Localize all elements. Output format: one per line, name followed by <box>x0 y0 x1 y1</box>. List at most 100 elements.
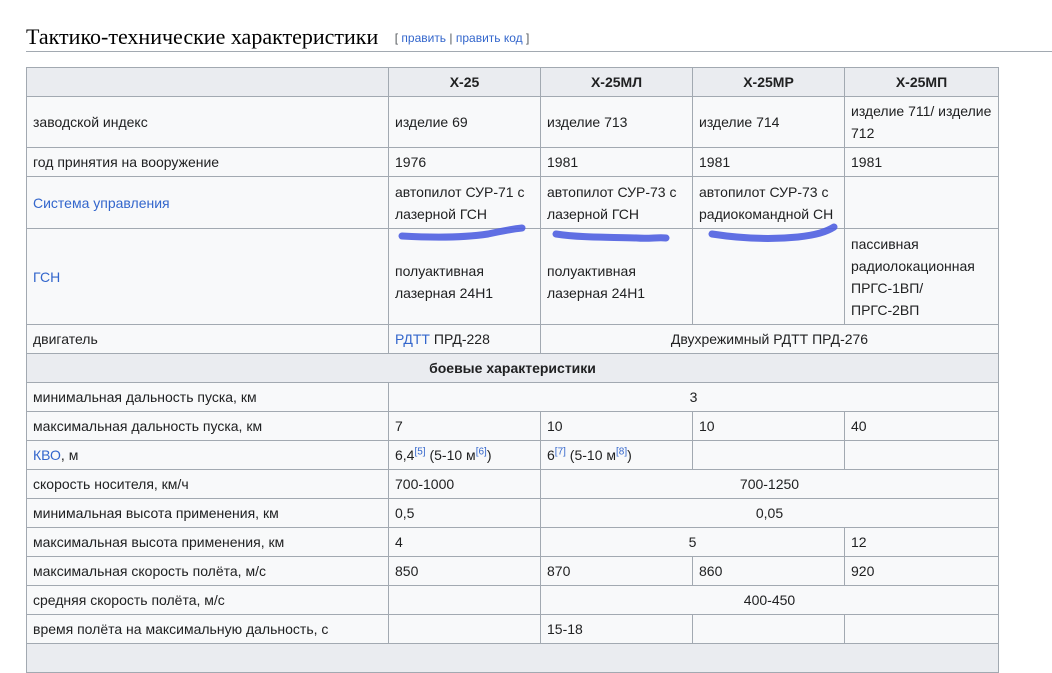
table-cell: 12 <box>844 527 999 557</box>
edit-code-link[interactable]: править код <box>456 31 523 45</box>
table-cell: полуактивная лазерная 24Н1 <box>540 228 693 325</box>
specs-table: Х-25 Х-25МЛ Х-25МР Х-25МП заводской инде… <box>26 67 999 673</box>
table-cell: 860 <box>692 556 845 586</box>
row-label: максимальная дальность пуска, км <box>26 411 389 441</box>
table-row: Система управления автопилот СУР-71 с ла… <box>26 176 999 229</box>
table-row: год принятия на вооружение 1976 1981 198… <box>26 147 999 177</box>
row-label: ГСН <box>26 228 389 325</box>
row-label: максимальная высота применения, км <box>26 527 389 557</box>
table-row: время полёта на максимальную дальность, … <box>26 614 999 644</box>
row-label: КВО, м <box>26 440 389 470</box>
reference-link[interactable]: [7] <box>555 446 566 457</box>
section-subheader-row <box>26 643 999 673</box>
table-row: скорость носителя, км/ч 700-1000 700-125… <box>26 469 999 499</box>
table-row: максимальная дальность пуска, км 7 10 10… <box>26 411 999 441</box>
table-cell <box>388 585 541 615</box>
table-cell: изделие 713 <box>540 96 693 148</box>
cep-close: ) <box>627 447 632 463</box>
table-cell <box>692 614 845 644</box>
seeker-link[interactable]: ГСН <box>33 269 60 285</box>
edit-section-links: [ править | править код ] <box>395 31 530 45</box>
table-row: максимальная скорость полёта, м/с 850 87… <box>26 556 999 586</box>
row-label: скорость носителя, км/ч <box>26 469 389 499</box>
table-cell: автопилот СУР-73 с лазерной ГСН <box>540 176 693 229</box>
cep-range: (5-10 м <box>565 447 617 463</box>
table-cell <box>692 228 845 325</box>
table-cell: 1981 <box>540 147 693 177</box>
edit-separator: | <box>449 31 453 45</box>
table-cell: 5 <box>540 527 845 557</box>
table-cell: 4 <box>388 527 541 557</box>
edit-bracket-close: ] <box>526 31 530 45</box>
column-header: Х-25МР <box>692 67 845 97</box>
srm-link[interactable]: РДТТ <box>395 331 430 347</box>
section-heading: Тактико-технические характеристики [ пра… <box>26 20 1052 52</box>
table-cell: 6,4[5] (5-10 м[6]) <box>388 440 541 470</box>
table-cell <box>844 614 999 644</box>
table-cell: автопилот СУР-73 с радиокомандной СН <box>692 176 845 229</box>
edit-link[interactable]: править <box>401 31 446 45</box>
table-cell: Двухрежимный РДТТ ПРД-276 <box>540 324 999 354</box>
table-row: максимальная высота применения, км 4 5 1… <box>26 527 999 557</box>
control-system-link[interactable]: Система управления <box>33 195 170 211</box>
table-cell: пассивная радиолокационная ПРГС-1ВП/ ПРГ… <box>844 228 999 325</box>
row-label: год принятия на вооружение <box>26 147 389 177</box>
row-label: минимальная дальность пуска, км <box>26 382 389 412</box>
reference-link[interactable]: [6] <box>476 446 487 457</box>
row-label: средняя скорость полёта, м/с <box>26 585 389 615</box>
table-cell <box>844 440 999 470</box>
table-cell: 400-450 <box>540 585 999 615</box>
column-header: Х-25МП <box>844 67 999 97</box>
cep-value: 6 <box>547 447 555 463</box>
header-row: Х-25 Х-25МЛ Х-25МР Х-25МП <box>26 67 999 97</box>
table-row: ГСН полуактивная лазерная 24Н1 полуактив… <box>26 228 999 325</box>
table-cell: 10 <box>540 411 693 441</box>
table-cell: изделие 714 <box>692 96 845 148</box>
reference-link[interactable]: [5] <box>414 446 425 457</box>
table-cell: изделие 711/ изделие 712 <box>844 96 999 148</box>
row-label: время полёта на максимальную дальность, … <box>26 614 389 644</box>
section-subheader-row: боевые характеристики <box>26 353 999 383</box>
table-row: двигатель РДТТ ПРД-228 Двухрежимный РДТТ… <box>26 324 999 354</box>
cep-unit: , м <box>60 447 79 463</box>
table-cell: полуактивная лазерная 24Н1 <box>388 228 541 325</box>
row-label: максимальная скорость полёта, м/с <box>26 556 389 586</box>
table-cell: изделие 69 <box>388 96 541 148</box>
table-cell: 7 <box>388 411 541 441</box>
table-cell: 40 <box>844 411 999 441</box>
table-cell: 850 <box>388 556 541 586</box>
section-title: Тактико-технические характеристики <box>26 24 379 49</box>
reference-link[interactable]: [8] <box>616 446 627 457</box>
table-row: минимальная высота применения, км 0,5 0,… <box>26 498 999 528</box>
table-row: КВО, м 6,4[5] (5-10 м[6]) 6[7] (5-10 м[8… <box>26 440 999 470</box>
table-cell <box>388 614 541 644</box>
table-cell: 10 <box>692 411 845 441</box>
table-cell: 0,05 <box>540 498 999 528</box>
column-header: Х-25МЛ <box>540 67 693 97</box>
table-cell: 6[7] (5-10 м[8]) <box>540 440 693 470</box>
cep-close: ) <box>486 447 492 463</box>
table-cell: 0,5 <box>388 498 541 528</box>
table-cell <box>692 440 845 470</box>
table-cell: автопилот СУР-71 с лазерной ГСН <box>388 176 541 229</box>
cep-link[interactable]: КВО <box>33 447 61 463</box>
row-label: Система управления <box>26 176 389 229</box>
corner-cell <box>26 67 389 97</box>
table-cell: РДТТ ПРД-228 <box>388 324 541 354</box>
table-cell: 3 <box>388 382 999 412</box>
table-cell: 700-1250 <box>540 469 999 499</box>
column-header: Х-25 <box>388 67 541 97</box>
edit-bracket-open: [ <box>394 31 399 45</box>
table-row: заводской индекс изделие 69 изделие 713 … <box>26 96 999 148</box>
next-section-header <box>26 643 999 673</box>
cep-range: (5-10 м <box>425 447 476 463</box>
row-label: минимальная высота применения, км <box>26 498 389 528</box>
table-row: минимальная дальность пуска, км 3 <box>26 382 999 412</box>
table-cell <box>844 176 999 229</box>
cep-value: 6,4 <box>395 447 415 463</box>
table-cell: 1981 <box>692 147 845 177</box>
row-label: заводской индекс <box>26 96 389 148</box>
row-label: двигатель <box>26 324 389 354</box>
combat-characteristics-header: боевые характеристики <box>26 353 999 383</box>
table-row: средняя скорость полёта, м/с 400-450 <box>26 585 999 615</box>
